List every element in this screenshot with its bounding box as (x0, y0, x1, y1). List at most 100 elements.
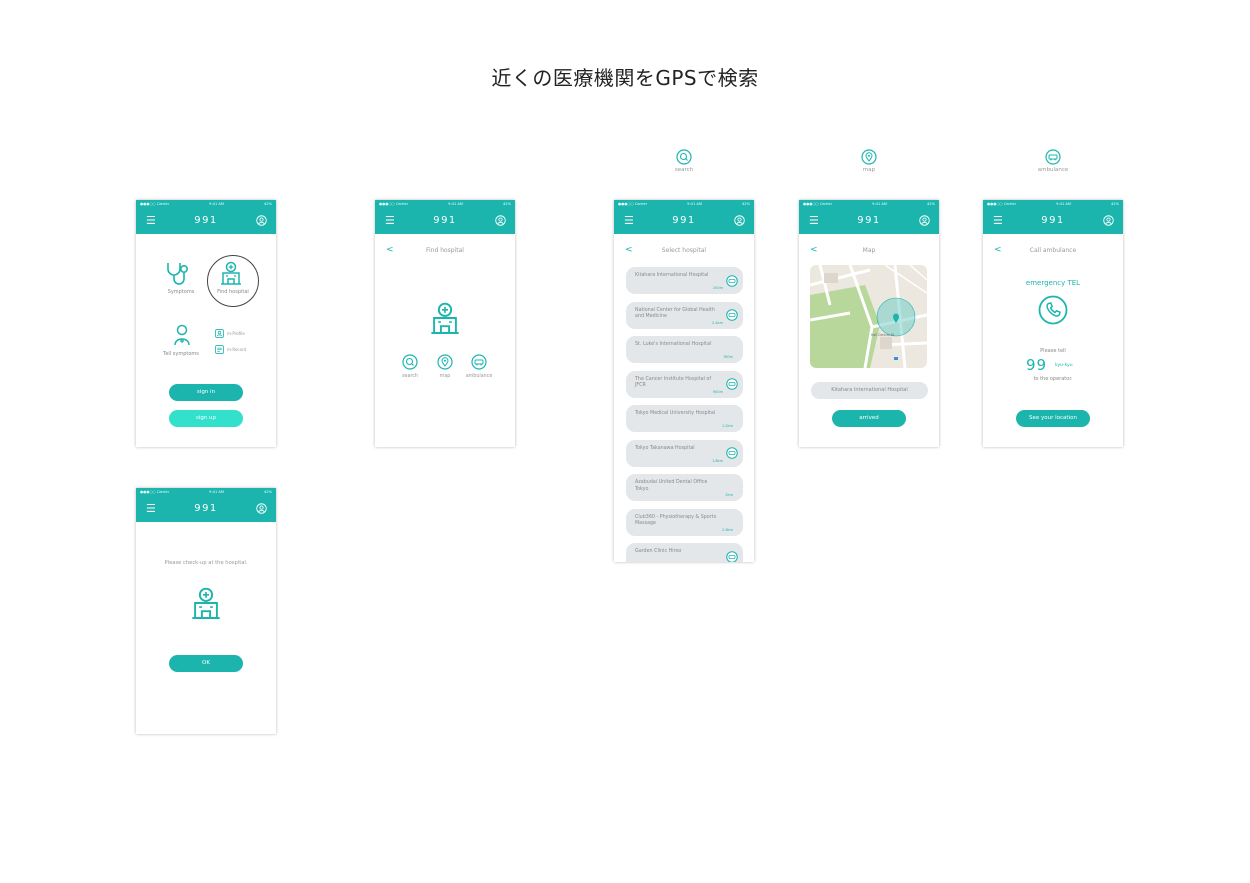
emergency-number: 99 (1026, 356, 1048, 374)
carrier: ●●●○○ Carrier (140, 490, 170, 494)
hospital-name: Kitahara International Hospital (635, 273, 709, 278)
search-icon (402, 354, 418, 370)
ambulance-icon (1045, 149, 1061, 165)
user-icon[interactable] (919, 215, 930, 226)
hospital-distance: 780m (722, 355, 733, 359)
navbar: ☰ 991 (983, 208, 1123, 234)
ambulance-icon[interactable] (726, 447, 738, 459)
hospital-name: St. Luke's International Hospital (635, 342, 712, 347)
page-title: 近くの医療機関をGPSで検索 (491, 66, 759, 90)
see-location-button[interactable]: See your location (1016, 410, 1090, 427)
ambulance-icon[interactable] (726, 378, 738, 390)
hospital-distance: 1.8km (711, 458, 723, 463)
app-name: 991 (857, 215, 881, 226)
top-ambulance-label-group: ambulance (1023, 149, 1083, 173)
ambulance-icon[interactable] (726, 550, 738, 563)
ambulance-icon[interactable] (726, 274, 738, 287)
find-hospital-screen: ●●●○○ Carrier 9:41 AM 42% ☰ 991 < Find h… (375, 200, 515, 447)
profile-label: m-Profile (227, 331, 245, 336)
home-screen: ●●●○○ Carrier 9:41 AM 42% ☰ 991 Symptoms… (136, 200, 276, 447)
navbar: ☰ 991 (136, 496, 276, 522)
hospital-list-item[interactable]: Garden Clinic Hiroo3.2km (626, 543, 743, 562)
app-name: 991 (1041, 215, 1065, 226)
navbar: ☰ 991 (614, 208, 754, 234)
status-bar: ●●●○○ Carrier 9:41 AM 42% (799, 200, 939, 208)
battery: 42% (503, 202, 511, 206)
hospital-list-item[interactable]: St. Luke's International Hospital 780m (626, 336, 743, 363)
arrived-button[interactable]: arrived (832, 410, 906, 427)
ambulance-icon[interactable] (726, 309, 738, 321)
call-ambulance-screen: ●●●○○ Carrier 9:41 AM 42% ☰ 991 < Call a… (983, 200, 1123, 447)
hospital-distance: 900m (712, 389, 723, 394)
ok-button[interactable]: OK (169, 655, 243, 672)
sign-up-button[interactable]: sign up (169, 410, 243, 427)
map-view[interactable] (810, 265, 927, 368)
profile-icon (215, 329, 224, 338)
checkup-screen: ●●●○○ Carrier 9:41 AM 42% ☰ 991 Please c… (136, 488, 276, 734)
hospital-list-item[interactable]: Tokyo Medical University Hospital 1.2km (626, 405, 743, 432)
user-icon[interactable] (1103, 215, 1114, 226)
carrier: ●●●○○ Carrier (987, 202, 1017, 206)
navbar: ☰ 991 (375, 208, 515, 234)
carrier: ●●●○○ Carrier (379, 202, 409, 206)
battery: 42% (742, 202, 750, 206)
hospital-list-item[interactable]: Club360 - Physiotherapy & Sports Massage… (626, 508, 743, 536)
hospital-list-item[interactable]: National Center for Global Health and Me… (626, 301, 743, 329)
screen-title: Call ambulance (1029, 247, 1077, 254)
hospital-name: Garden Clinic Hiroo (635, 549, 682, 554)
clock: 9:41 AM (209, 202, 224, 206)
symptoms-button[interactable] (164, 260, 192, 290)
top-map-label-group: map (839, 149, 899, 173)
status-bar: ●●●○○ Carrier 9:41 AM 42% (614, 200, 754, 208)
hospital-name: National Center for Global Health and Me… (635, 307, 715, 320)
hospital-list-item[interactable]: Tokyo Takanawa Hospital 1.8km (626, 439, 743, 467)
hospital-distance: 2.4km (711, 320, 723, 325)
map-option[interactable]: map (434, 354, 456, 379)
top-map-label: map (862, 167, 876, 173)
hospital-name: Azabudai United Dental Office Tokyo (635, 480, 708, 492)
hospital-list-item[interactable]: The Cancer Institute Hospital of JFCR 900… (626, 370, 743, 398)
please-tell-label: Please tell (1040, 348, 1066, 354)
top-search-label-group: search (654, 149, 714, 173)
screen-title: Find hospital (426, 247, 464, 254)
battery: 42% (264, 490, 272, 494)
stethoscope-icon (167, 263, 188, 285)
hospital-distance: 2km (725, 493, 733, 497)
hospital-icon (221, 261, 241, 285)
clock: 9:41 AM (1056, 202, 1071, 206)
map-screen: ●●●○○ Carrier 9:41 AM 42% ☰ 991 < Map Ha… (799, 200, 939, 447)
sign-in-button[interactable]: sign in (169, 384, 243, 401)
status-bar: ●●●○○ Carrier 9:41 AM 42% (136, 200, 276, 208)
top-search-label: search (674, 167, 694, 173)
hospital-list-item[interactable]: Azabudai United Dental Office Tokyo 2km (626, 474, 743, 501)
screen-title: Map (862, 247, 876, 254)
record-icon (215, 345, 224, 354)
hospital-distance: 1.2km (721, 424, 733, 428)
ambulance-option[interactable]: ambulance (461, 354, 497, 379)
map-pin-icon (437, 354, 453, 370)
hospital-list-item[interactable]: Kitahara International Hospital 200m (626, 267, 743, 294)
map-label: map (439, 374, 451, 379)
app-name: 991 (672, 215, 696, 226)
select-hospital-screen: ●●●○○ Carrier 9:41 AM 42% ☰ 991 < Select… (614, 200, 754, 562)
profile-link[interactable]: m-Profile (215, 329, 245, 338)
search-option[interactable]: search (399, 354, 421, 379)
user-icon[interactable] (495, 215, 506, 226)
hospital-distance: 2.6km (721, 527, 733, 532)
phone-icon[interactable] (1038, 295, 1068, 325)
status-bar: ●●●○○ Carrier 9:41 AM 42% (136, 488, 276, 496)
clock: 9:41 AM (872, 202, 887, 206)
app-name: 991 (194, 215, 218, 226)
search-label: search (402, 374, 418, 379)
hospital-name: Tokyo Medical University Hospital (635, 411, 716, 416)
status-bar: ●●●○○ Carrier 9:41 AM 42% (375, 200, 515, 208)
clock: 9:41 AM (209, 490, 224, 494)
number-reading: kyu-kyu (1055, 363, 1073, 368)
symptoms-label: Symptoms (167, 289, 195, 295)
user-icon[interactable] (734, 215, 745, 226)
user-icon[interactable] (256, 215, 267, 226)
user-icon[interactable] (256, 503, 267, 514)
navbar: ☰ 991 (799, 208, 939, 234)
record-link[interactable]: m-Record (215, 345, 246, 354)
hospital-icon (431, 302, 459, 334)
